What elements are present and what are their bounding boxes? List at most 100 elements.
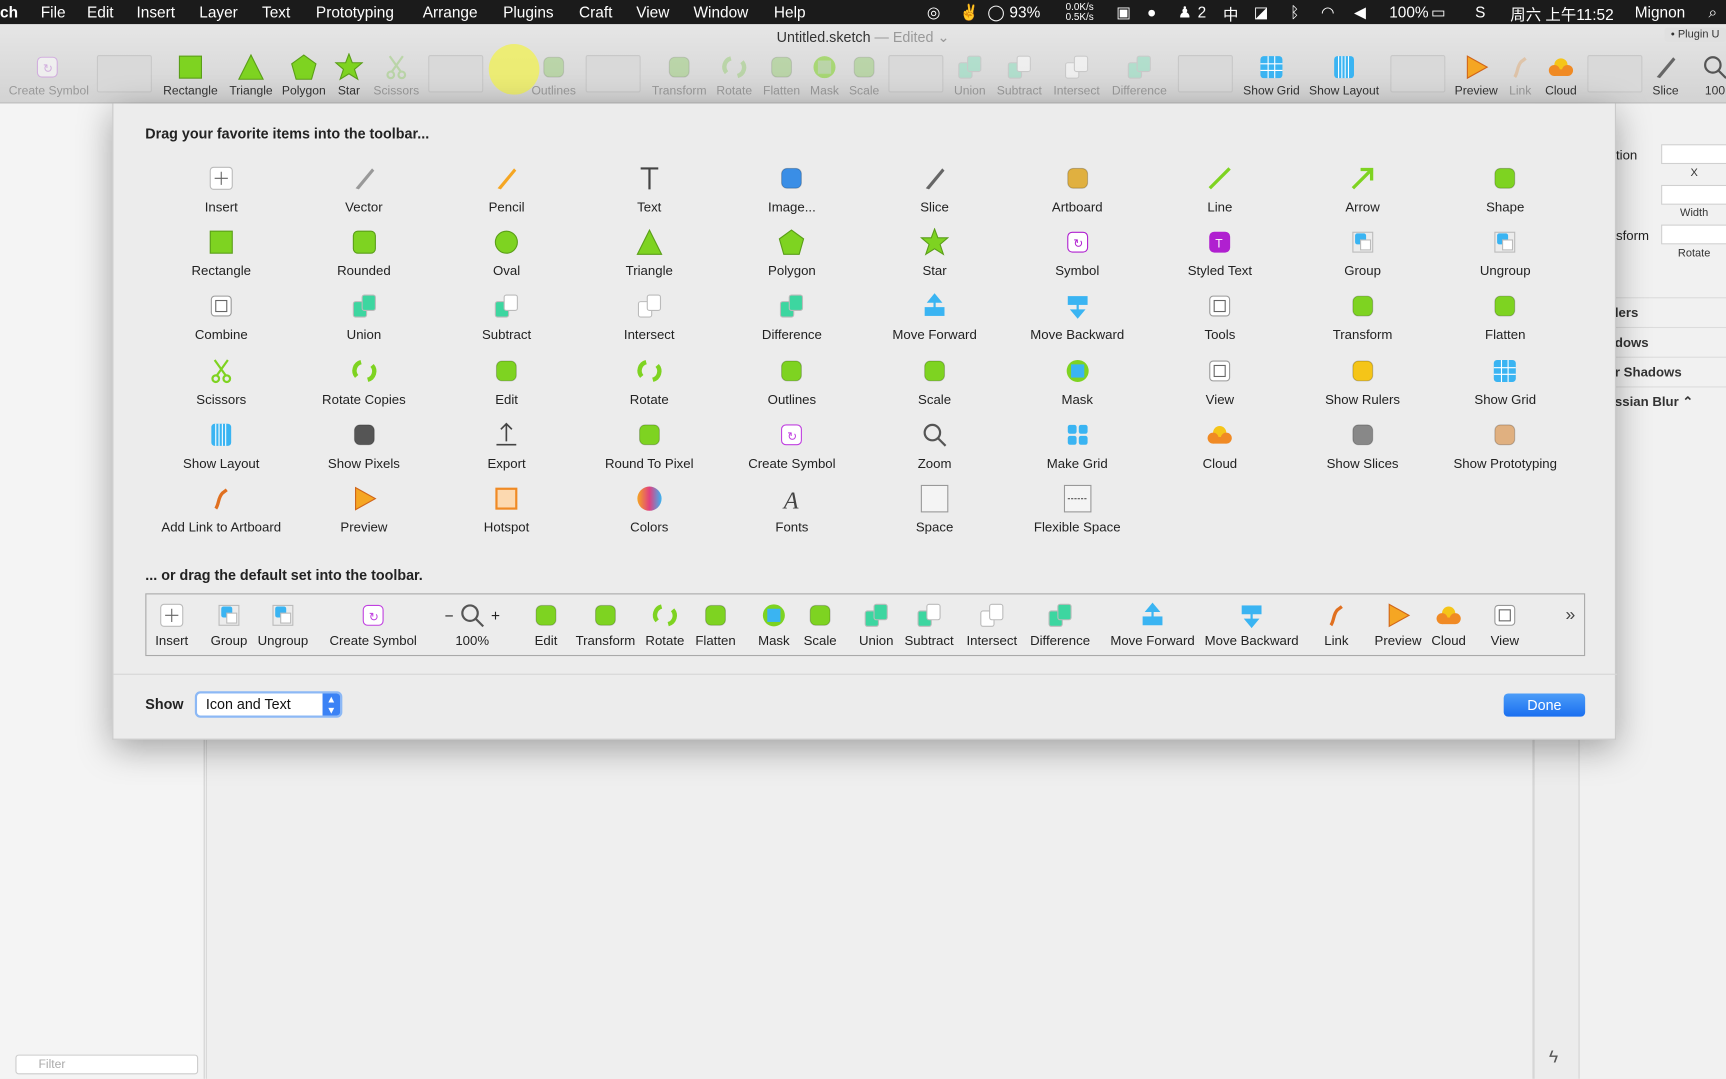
default-item-view[interactable]: View [1455, 601, 1554, 648]
toolbar-create-symbol[interactable]: ↻ Create Symbol [9, 53, 89, 98]
palette-item-ungroup[interactable]: Ungroup [1435, 228, 1576, 279]
palette-item-rectangle[interactable]: Rectangle [151, 228, 292, 279]
done-button[interactable]: Done [1503, 693, 1586, 717]
palette-item-polygon[interactable]: Polygon [721, 228, 862, 279]
palette-item-union[interactable]: Union [293, 292, 434, 343]
palette-item-edit[interactable]: Edit [436, 356, 577, 407]
palette-item-star[interactable]: Star [864, 228, 1005, 279]
display-icon[interactable]: ▣ [1116, 3, 1131, 22]
palette-item-transform[interactable]: Transform [1292, 292, 1433, 343]
rotate-input[interactable] [1661, 224, 1726, 245]
menu-file[interactable]: File [41, 3, 66, 21]
default-item-move-forward[interactable]: Move Forward [1103, 601, 1202, 648]
palette-item-arrow[interactable]: Arrow [1292, 164, 1433, 215]
default-toolbar-set[interactable]: » Insert Group Ungroup ↻ Create Symbol − +100%… [145, 593, 1586, 657]
sogou-icon[interactable]: S [1475, 3, 1485, 21]
menu-view[interactable]: View [636, 3, 669, 21]
overflow-chevron-icon[interactable]: » [1565, 605, 1575, 625]
menu-help[interactable]: Help [774, 3, 806, 21]
palette-item-shape[interactable]: Shape [1435, 164, 1576, 215]
default-item-create-symbol[interactable]: ↻ Create Symbol [324, 601, 423, 648]
menu-prototyping[interactable]: Prototyping [316, 3, 394, 21]
edited-status[interactable]: — Edited ⌄ [875, 29, 950, 46]
palette-item-make-grid[interactable]: Make Grid [1007, 420, 1148, 471]
x-input[interactable] [1661, 144, 1726, 165]
qq-count[interactable]: 2 [1198, 3, 1207, 21]
palette-item-subtract[interactable]: Subtract [436, 292, 577, 343]
palette-item-tools[interactable]: Tools [1149, 292, 1290, 343]
battery-status[interactable]: 100% [1389, 3, 1428, 21]
palette-item-text[interactable]: Text [579, 164, 720, 215]
menu-arrange[interactable]: Arrange [423, 3, 478, 21]
palette-item-rotate-copies[interactable]: Rotate Copies [293, 356, 434, 407]
palette-item-flexible-space[interactable]: Flexible Space [1007, 484, 1148, 535]
palette-item-show-rulers[interactable]: Show Rulers [1292, 356, 1433, 407]
toolbar-show-layout[interactable]: Show Layout [1306, 53, 1383, 98]
user-menu[interactable]: Mignon [1635, 3, 1686, 21]
width-input[interactable] [1661, 184, 1726, 205]
menu-insert[interactable]: Insert [136, 3, 175, 21]
palette-item-outlines[interactable]: Outlines [721, 356, 862, 407]
palette-item-scissors[interactable]: Scissors [151, 356, 292, 407]
palette-item-vector[interactable]: Vector [293, 164, 434, 215]
menu-app[interactable]: ch [0, 3, 18, 21]
qq-icon[interactable]: ♟ [1178, 3, 1192, 22]
menu-layer[interactable]: Layer [199, 3, 238, 21]
palette-item-styled-text[interactable]: T Styled Text [1149, 228, 1290, 279]
palette-item-group[interactable]: Group [1292, 228, 1433, 279]
toolbar-cloud[interactable]: Cloud [1522, 53, 1599, 98]
palette-item-slice[interactable]: Slice [864, 164, 1005, 215]
canvas-area[interactable] [205, 739, 1534, 1079]
palette-item-move-backward[interactable]: Move Backward [1007, 292, 1148, 343]
palette-item-view[interactable]: View [1149, 356, 1290, 407]
lightning-icon[interactable]: ϟ [1549, 1048, 1558, 1068]
palette-item-preview[interactable]: Preview [293, 484, 434, 535]
palette-item-move-forward[interactable]: Move Forward [864, 292, 1005, 343]
wechat-icon[interactable]: ● [1147, 3, 1156, 21]
toolbar-scale[interactable]: Scale [826, 53, 903, 98]
palette-item-round-to-pixel[interactable]: Round To Pixel [579, 420, 720, 471]
palette-item-colors[interactable]: Colors [579, 484, 720, 535]
palette-item-fonts[interactable]: A Fonts [721, 484, 862, 535]
sync-icon[interactable]: ◯ [987, 3, 1004, 22]
palette-item-combine[interactable]: Combine [151, 292, 292, 343]
palette-item-rounded[interactable]: Rounded [293, 228, 434, 279]
palette-item-difference[interactable]: Difference [721, 292, 862, 343]
palette-item-show-slices[interactable]: Show Slices [1292, 420, 1433, 471]
palette-item-line[interactable]: Line [1149, 164, 1290, 215]
battery-ring-status[interactable]: 93% [1009, 3, 1040, 21]
input-method[interactable]: 中 [1223, 3, 1238, 25]
palette-item-intersect[interactable]: Intersect [579, 292, 720, 343]
wifi-icon[interactable]: ◠ [1321, 3, 1334, 22]
plugin-update-button[interactable]: • Plugin U [1664, 27, 1726, 42]
show-select[interactable]: Icon and Text ▲ ▼ [194, 691, 343, 718]
default-item-difference[interactable]: Difference [1011, 601, 1110, 648]
filter-input[interactable]: Filter [15, 1054, 199, 1075]
vpn-icon[interactable]: ✌ [960, 3, 979, 22]
palette-item-pencil[interactable]: Pencil [436, 164, 577, 215]
palette-item-cloud[interactable]: Cloud [1149, 420, 1290, 471]
palette-item-artboard[interactable]: Artboard [1007, 164, 1148, 215]
palette-item-export[interactable]: Export [436, 420, 577, 471]
palette-item-oval[interactable]: Oval [436, 228, 577, 279]
toolbar-difference[interactable]: Difference [1101, 53, 1178, 98]
menu-window[interactable]: Window [694, 3, 749, 21]
palette-item-show-prototyping[interactable]: Show Prototyping [1435, 420, 1576, 471]
palette-item-space[interactable]: Space [864, 484, 1005, 535]
palette-item-scale[interactable]: Scale [864, 356, 1005, 407]
palette-item-show-layout[interactable]: Show Layout [151, 420, 292, 471]
palette-item-add-link-to-artboard[interactable]: Add Link to Artboard [151, 484, 292, 535]
clock[interactable]: 周六 上午11:52 [1510, 3, 1613, 25]
volume-icon[interactable]: ◀ [1354, 3, 1366, 22]
palette-item-insert[interactable]: Insert [151, 164, 292, 215]
bluetooth-icon[interactable]: ᛒ [1290, 3, 1299, 21]
palette-item-flatten[interactable]: Flatten [1435, 292, 1576, 343]
default-item-ungroup[interactable]: Ungroup [233, 601, 332, 648]
palette-item-create-symbol[interactable]: ↻ Create Symbol [721, 420, 862, 471]
toolbar-100[interactable]: 100 [1677, 53, 1726, 98]
palette-item-hotspot[interactable]: Hotspot [436, 484, 577, 535]
palette-item-rotate[interactable]: Rotate [579, 356, 720, 407]
battery-icon[interactable]: ▭ [1431, 3, 1446, 22]
palette-item-mask[interactable]: Mask [1007, 356, 1148, 407]
toolbar-scissors[interactable]: Scissors [358, 53, 435, 98]
